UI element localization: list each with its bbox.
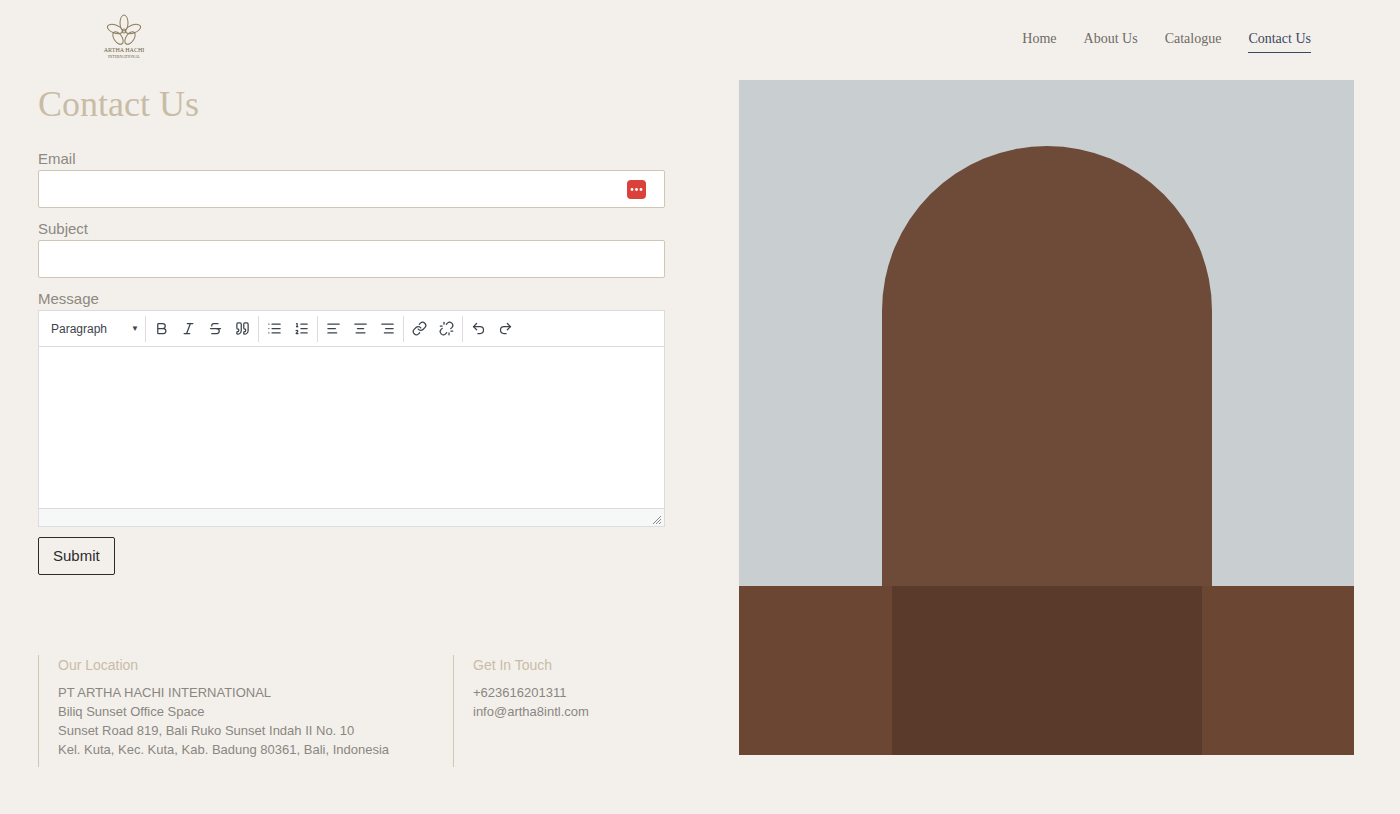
hero-photo — [739, 80, 1354, 755]
bullet-list-icon[interactable] — [261, 316, 288, 342]
logo-name: ARTHA HACHI — [104, 46, 144, 54]
info-line: Kel. Kuta, Kec. Kuta, Kab. Badung 80361,… — [58, 740, 453, 759]
nav-link[interactable]: Catalogue — [1165, 30, 1222, 53]
logo-subtitle: INTERNATIONAL — [108, 54, 140, 59]
main: Contact Us Email Subject Message Paragraph▼ S… — [0, 80, 1400, 767]
align-left-icon[interactable] — [320, 316, 347, 342]
password-manager-icon[interactable] — [627, 180, 646, 199]
info-line: Biliq Sunset Office Space — [58, 702, 453, 721]
strikethrough-icon[interactable] — [202, 316, 229, 342]
form-field: Subject — [38, 221, 665, 278]
info-column: Our Location PT ARTHA HACHI INTERNATIONAL… — [38, 655, 453, 767]
nav-link[interactable]: Contact Us — [1248, 30, 1311, 53]
format-dropdown[interactable]: Paragraph▼ — [45, 320, 145, 338]
bold-icon[interactable] — [148, 316, 175, 342]
field-label: Subject — [38, 221, 665, 237]
text-input[interactable] — [38, 240, 665, 278]
contact-info: Our Location PT ARTHA HACHI INTERNATIONAL… — [38, 655, 665, 767]
main-nav: Home About Us Catalogue Contact Us — [1022, 0, 1400, 80]
info-line: PT ARTHA HACHI INTERNATIONAL — [58, 683, 453, 702]
dots-icon — [630, 187, 643, 192]
text-input[interactable] — [38, 170, 665, 208]
align-center-icon[interactable] — [347, 316, 374, 342]
info-heading: Our Location — [58, 655, 453, 674]
contact-section: Contact Us Email Subject Message Paragraph▼ S… — [38, 80, 665, 767]
logo[interactable]: ARTHA HACHIINTERNATIONAL — [97, 14, 151, 59]
editor-toolbar: Paragraph▼ — [39, 311, 664, 347]
message-field: Message Paragraph▼ — [38, 291, 665, 527]
message-textarea[interactable] — [39, 347, 664, 508]
numbered-list-icon[interactable] — [288, 316, 315, 342]
info-heading: Get In Touch — [473, 655, 665, 674]
nav-link[interactable]: About Us — [1084, 30, 1138, 53]
info-line: info@artha8intl.com — [473, 702, 665, 721]
info-line: +623616201311 — [473, 683, 665, 702]
editor-statusbar — [39, 508, 664, 526]
link-icon[interactable] — [406, 316, 433, 342]
page: ARTHA HACHIINTERNATIONAL Home About Us Cata… — [0, 0, 1400, 814]
submit-button[interactable]: Submit — [38, 537, 115, 575]
italic-icon[interactable] — [175, 316, 202, 342]
resize-handle-icon[interactable] — [653, 516, 661, 524]
flower-logo-icon — [104, 14, 144, 46]
rich-text-editor: Paragraph▼ — [38, 310, 665, 527]
field-label: Message — [38, 291, 665, 307]
form-field: Email — [38, 151, 665, 208]
field-label: Email — [38, 151, 665, 167]
info-line: Sunset Road 819, Bali Ruko Sunset Indah … — [58, 721, 453, 740]
nav-link[interactable]: Home — [1022, 30, 1056, 53]
quote-icon[interactable] — [229, 316, 256, 342]
info-column: Get In Touch +623616201311info@artha8intl… — [453, 655, 665, 767]
header: ARTHA HACHIINTERNATIONAL Home About Us Cata… — [0, 0, 1400, 80]
unlink-icon[interactable] — [433, 316, 460, 342]
align-right-icon[interactable] — [374, 316, 401, 342]
undo-icon[interactable] — [465, 316, 492, 342]
page-title: Contact Us — [38, 82, 665, 126]
redo-icon[interactable] — [492, 316, 519, 342]
